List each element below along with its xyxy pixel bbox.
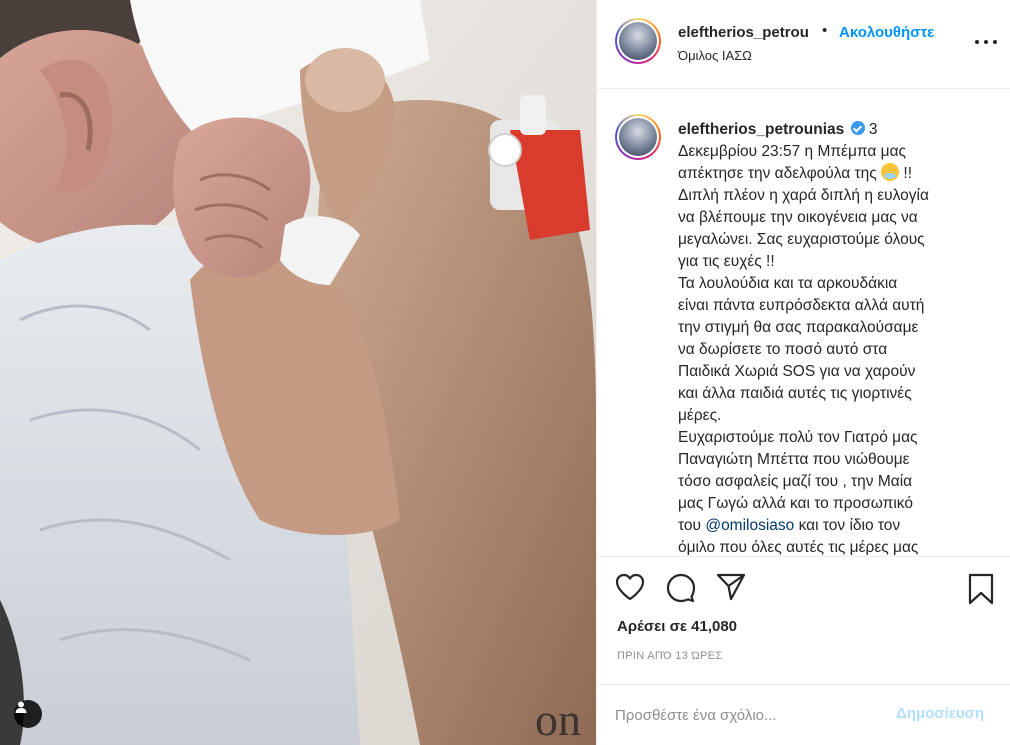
caption-line: για τις ευχές !!	[678, 253, 775, 270]
bookmark-icon[interactable]	[967, 573, 995, 610]
caption-line-text: και τον ίδιο τον	[798, 517, 901, 534]
verified-badge-icon	[850, 121, 865, 135]
comment-icon[interactable]	[665, 573, 696, 608]
avatar-image	[619, 118, 657, 156]
avatar-inner	[617, 116, 659, 158]
avatar-inner	[617, 20, 659, 62]
share-icon[interactable]	[716, 573, 746, 606]
comment-input[interactable]	[615, 704, 885, 726]
avatar-image	[619, 22, 657, 60]
post-side-panel: eleftherios_petrou • Ακολουθήστε Όμιλος …	[596, 0, 1010, 745]
caption-avatar[interactable]	[615, 114, 661, 160]
caption-line: Διπλή πλέον η χαρά διπλή η ευλογία	[678, 187, 929, 204]
header-avatar[interactable]	[615, 18, 661, 64]
post-comment-button[interactable]: Δημοσίευση	[896, 705, 984, 722]
caption-line: μέρες.	[678, 407, 722, 424]
more-horizontal-icon[interactable]	[975, 34, 997, 50]
likes-count[interactable]: Αρέσει σε 41,080	[617, 618, 737, 635]
comment-bar: Δημοσίευση	[597, 684, 1010, 745]
post-photo[interactable]: on	[0, 0, 596, 745]
caption-line: όμιλο που όλες αυτές τις μέρες μας	[678, 539, 919, 555]
header-username[interactable]: eleftherios_petrou	[678, 24, 809, 41]
caption-line: Δεκεμβρίου 23:57 η Μπέμπα μας	[678, 143, 907, 160]
caption-line: μας Γωγώ αλλά και το προσωπικό	[678, 495, 913, 512]
location-link[interactable]: Όμιλος ΙΑΣΩ	[678, 48, 752, 63]
caption-line: τόσο ασφαλείς μαζί του , την Μαία	[678, 473, 913, 490]
caption-line-text: του	[678, 517, 702, 534]
photo-illustration: on	[0, 0, 596, 745]
more-dot	[984, 40, 988, 44]
caption-username[interactable]: eleftherios_petrounias	[678, 121, 844, 138]
caption-line-text: απέκτησε την αδελφούλα της	[678, 165, 877, 182]
caption-line: απέκτησε την αδελφούλα της !!	[678, 163, 978, 185]
follow-button[interactable]: Ακολουθήστε	[839, 24, 934, 41]
more-dot	[975, 40, 979, 44]
user-icon	[15, 701, 27, 713]
caption-line: μεγαλώνει. Σας ευχαριστούμε όλους	[678, 231, 925, 248]
post-timestamp[interactable]: ΠΡΙΝ ΑΠΌ 13 ΏΡΕΣ	[617, 650, 722, 662]
caption-line: Παιδικά Χωριά SOS για να χαρούν	[678, 363, 916, 380]
header-separator: •	[822, 22, 828, 39]
caption-line: 3	[868, 121, 878, 138]
mention-link[interactable]: @omilosiaso	[705, 517, 794, 534]
caption-area: eleftherios_petrounias 3 Δεκεμβρίου 23:5…	[597, 90, 1010, 555]
more-dot	[993, 40, 997, 44]
svg-text:on: on	[535, 694, 581, 745]
heart-icon[interactable]	[615, 573, 645, 606]
baby-emoji-icon	[881, 163, 900, 181]
action-bar	[597, 556, 1010, 606]
caption-line: είναι πάντα ευπρόσδεκτα αλλά αυτή	[678, 297, 925, 314]
caption-line: και άλλα παιδιά αυτές τις γιορτινές	[678, 385, 912, 402]
caption-line: Ευχαριστούμε πολύ τον Γιατρό μας	[678, 429, 918, 446]
caption-line: να βλέπουμε την οικογένεια μας να	[678, 209, 918, 226]
post-header: eleftherios_petrou • Ακολουθήστε Όμιλος …	[597, 0, 1010, 89]
caption-line: Παναγιώτη Μπέττα που νιώθουμε	[678, 451, 910, 468]
caption-line: του @omilosiaso και τον ίδιο τον	[678, 515, 978, 537]
caption-text: eleftherios_petrounias 3 Δεκεμβρίου 23:5…	[678, 119, 978, 555]
tagged-users-button[interactable]	[14, 700, 42, 728]
caption-line: την στιγμή θα σας παρακαλούσαμε	[678, 319, 919, 336]
caption-exclaim: !!	[903, 165, 913, 182]
caption-line: Τα λουλούδια και τα αρκουδάκια	[678, 275, 898, 292]
caption-line: να δωρίσετε το ποσό αυτό στα	[678, 341, 888, 358]
